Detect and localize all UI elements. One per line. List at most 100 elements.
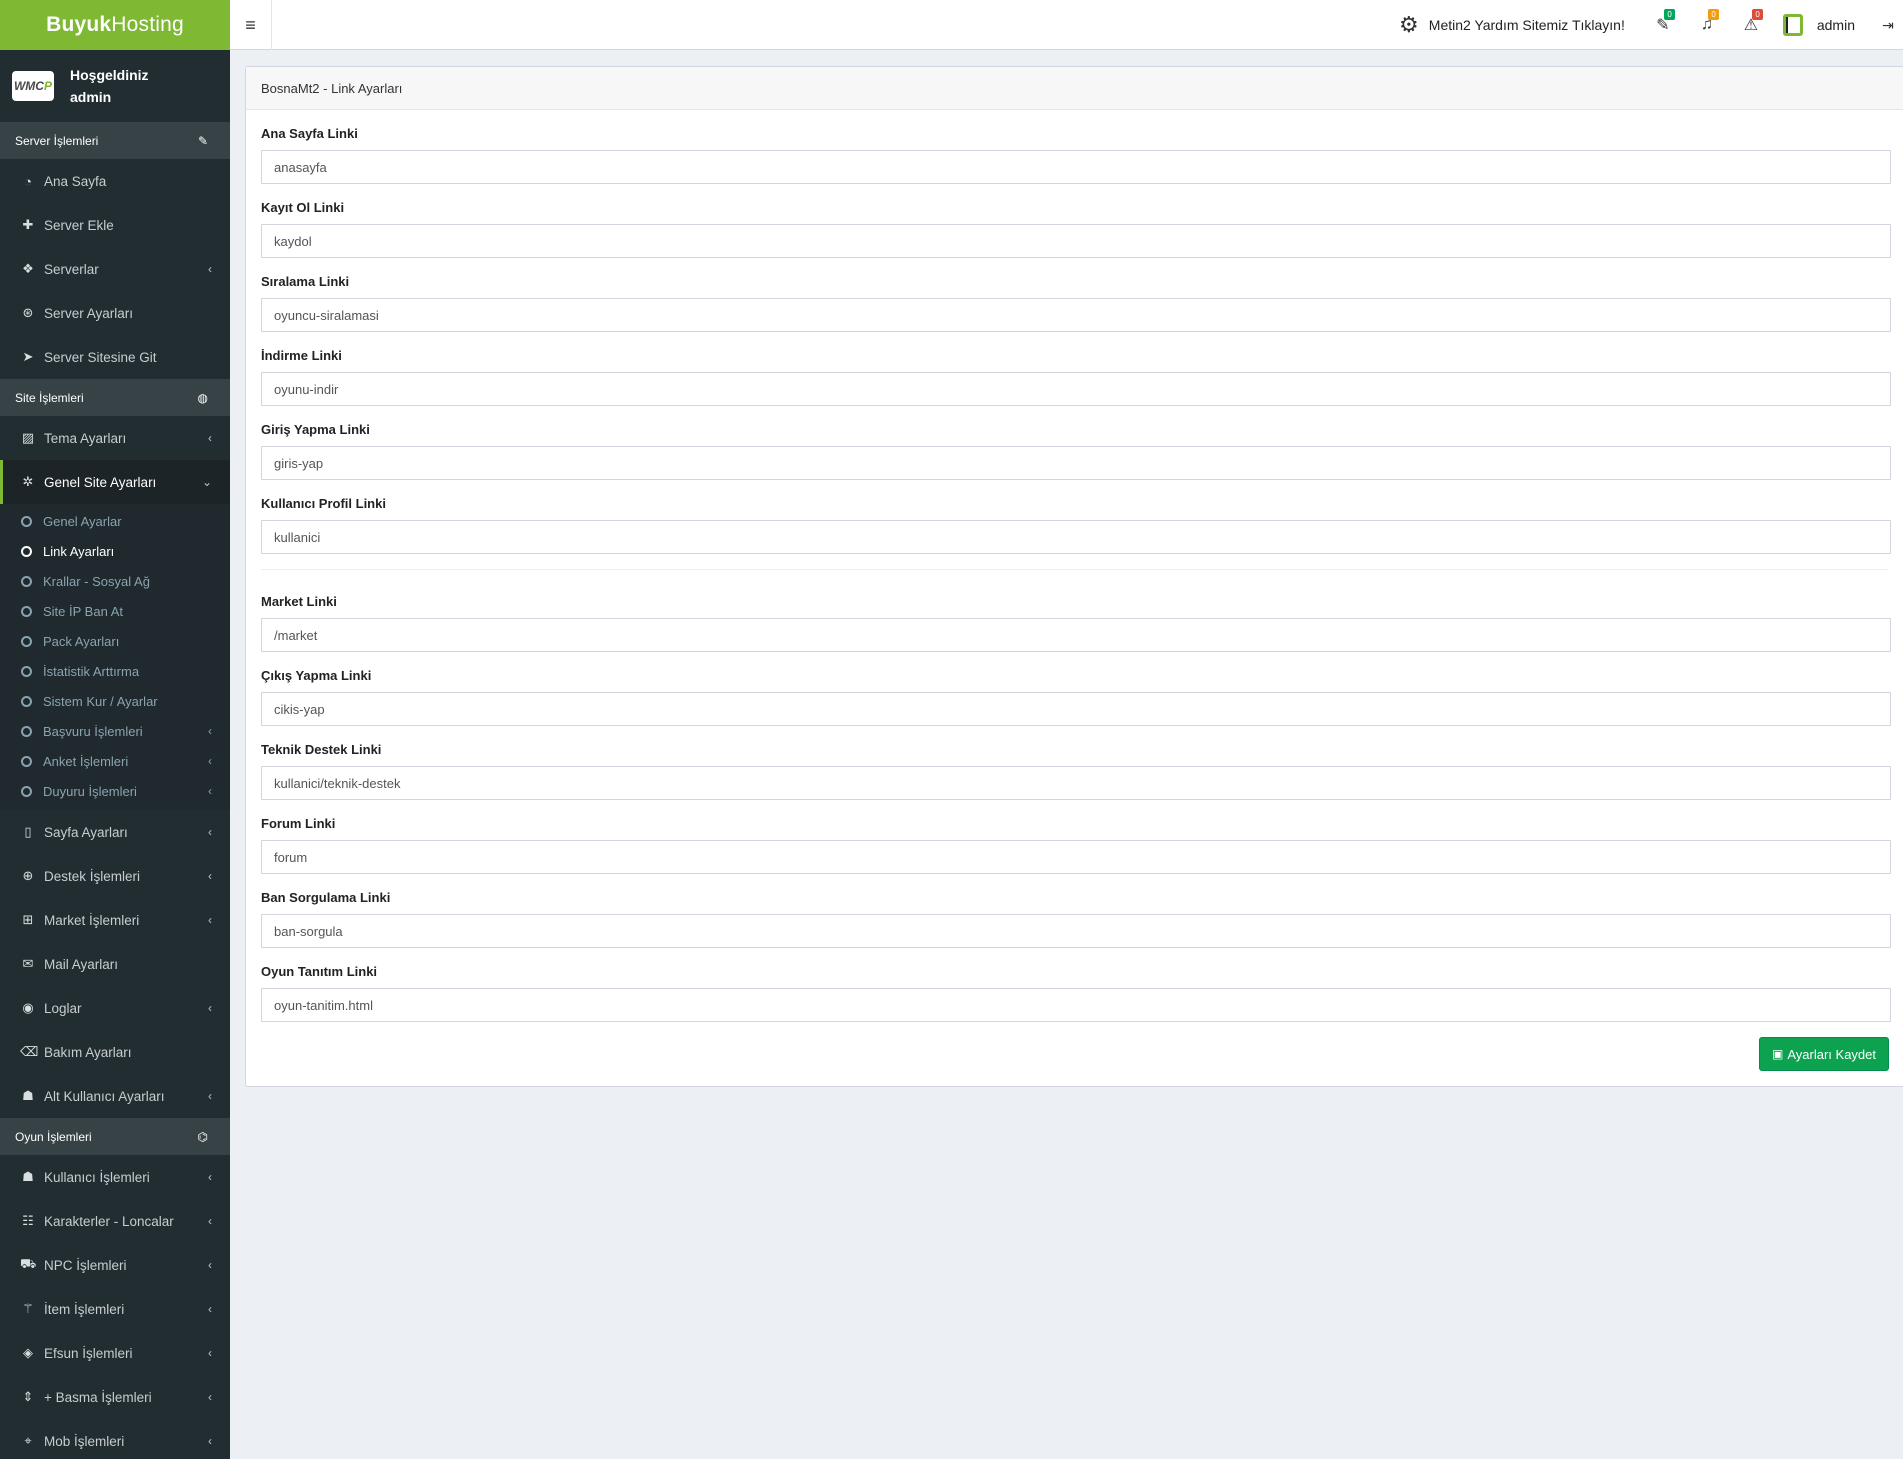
sidebar-item-ana-sayfa[interactable]: ◔ Ana Sayfa (0, 159, 230, 203)
submenu-item-label: Site İP Ban At (43, 603, 123, 619)
teknik-destek-linki-input[interactable] (261, 766, 1891, 800)
chevron-down-icon: ⌄ (201, 475, 212, 489)
user-icon: ☗ (22, 1088, 34, 1103)
user-menu[interactable]: admin (1782, 14, 1855, 36)
form-group-ana-sayfa-linki: Ana Sayfa Linki (261, 125, 1891, 184)
sidebar-item-server-ekle[interactable]: ✚ Server Ekle (0, 203, 230, 247)
notifications-button[interactable]: ♫ 0 (1685, 0, 1729, 50)
sidebar-item-genel-site-ayarlari[interactable]: ✲ Genel Site Ayarları ⌄ (0, 460, 230, 504)
sidebar-item-serverlar[interactable]: ❖ Serverlar ‹ (0, 247, 230, 291)
cikis-yapma-linki-input[interactable] (261, 692, 1891, 726)
siralama-linki-input[interactable] (261, 298, 1891, 332)
sidebar-item-label: Destek İşlemleri (44, 868, 141, 884)
sidebar-item-server-sitesine-git[interactable]: ➤ Server Sitesine Git (0, 335, 230, 379)
sidebar-item-destek-i-slemleri[interactable]: ⊕ Destek İşlemleri ‹ (0, 854, 230, 898)
field-label: Market Linki (261, 594, 337, 609)
chevron-left-icon: ‹ (208, 1214, 212, 1228)
market-linki-input[interactable] (261, 618, 1891, 652)
wrench-icon: ✎ (197, 133, 208, 148)
submenu-item-link-ayarlari[interactable]: Link Ayarları (0, 536, 230, 566)
sidebar-item-sayfa-ayarlari[interactable]: ▯ Sayfa Ayarları ‹ (0, 810, 230, 854)
sidebar-item-label: Market İşlemleri (44, 912, 140, 928)
help-link[interactable]: ⚙ Metin2 Yardım Sitemiz Tıklayın! (1399, 12, 1625, 38)
circle-icon (21, 605, 32, 617)
users-icon: ☷ (22, 1213, 34, 1228)
form-group-giris-yapma-linki: Giriş Yapma Linki (261, 421, 1891, 480)
submenu-item-pack-ayarlari[interactable]: Pack Ayarları (0, 626, 230, 656)
sidebar-item-basma-i-slemleri[interactable]: ⇕ + Basma İşlemleri ‹ (0, 1375, 230, 1419)
submenu-item-duyuru-i-slemleri[interactable]: Duyuru İşlemleri ‹ (0, 776, 230, 806)
circle-icon (21, 755, 32, 767)
cog-icon: ✲ (22, 474, 34, 489)
form-group-ban-sorgulama-linki: Ban Sorgulama Linki (261, 889, 1891, 948)
ban-sorgulama-linki-input[interactable] (261, 914, 1891, 948)
warnings-button[interactable]: ⚠ 0 (1729, 0, 1773, 50)
sidebar-item-mob-i-slemleri[interactable]: ⌖ Mob İşlemleri ‹ (0, 1419, 230, 1459)
sidebar-item-bakim-ayarlari[interactable]: ⌫ Bakım Ayarları (0, 1030, 230, 1074)
kullanici-profil-linki-input[interactable] (261, 520, 1891, 554)
submenu-item-basvuru-i-slemleri[interactable]: Başvuru İşlemleri ‹ (0, 716, 230, 746)
sidebar-item-label: Bakım Ayarları (44, 1044, 132, 1060)
circle-icon (21, 515, 32, 527)
forum-linki-input[interactable] (261, 840, 1891, 874)
save-icon: ▣ (1772, 1047, 1784, 1061)
submenu-item-i-statistik-arttirma[interactable]: İstatistik Arttırma (0, 656, 230, 686)
chevron-left-icon: ‹ (208, 431, 212, 445)
sidebar-item-label: Server Ayarları (44, 305, 134, 321)
sidebar-item-alt-kullanici-ayarlari[interactable]: ☗ Alt Kullanıcı Ayarları ‹ (0, 1074, 230, 1118)
logout-button[interactable]: ⇥ (1873, 0, 1903, 50)
file-icon: ▯ (24, 824, 32, 839)
submenu-item-krallar-sosyal-ag[interactable]: Krallar - Sosyal Ağ (0, 566, 230, 596)
sidebar-item-market-i-slemleri[interactable]: ⊞ Market İşlemleri ‹ (0, 898, 230, 942)
giris-yapma-linki-input[interactable] (261, 446, 1891, 480)
submenu-item-site-i-p-ban-at[interactable]: Site İP Ban At (0, 596, 230, 626)
sidebar-item-tema-ayarlari[interactable]: ▨ Tema Ayarları ‹ (0, 416, 230, 460)
sidebar-item-npc-i-slemleri[interactable]: ⛟ NPC İşlemleri ‹ (0, 1243, 230, 1287)
tickets-button[interactable]: ✎ 0 (1641, 0, 1685, 50)
i-ndirme-linki-input[interactable] (261, 372, 1891, 406)
submenu-item-genel-ayarlar[interactable]: Genel Ayarlar (0, 506, 230, 536)
crosshairs-icon: ⌖ (24, 1433, 32, 1448)
sidebar-username: admin (70, 89, 112, 105)
chevron-left-icon: ‹ (208, 1258, 212, 1272)
submenu-item-anket-i-slemleri[interactable]: Anket İşlemleri ‹ (0, 746, 230, 776)
sidebar-item-label: Loglar (44, 1000, 82, 1016)
gamepad-icon: ⌬ (197, 1129, 208, 1144)
chevron-left-icon: ‹ (208, 1346, 212, 1360)
sidebar-item-label: + Basma İşlemleri (44, 1389, 152, 1405)
chevron-left-icon: ‹ (208, 1434, 212, 1448)
sidebar-item-kullanici-i-slemleri[interactable]: ☗ Kullanıcı İşlemleri ‹ (0, 1155, 230, 1199)
sidebar-item-i-tem-i-slemleri[interactable]: ⚚ İtem İşlemleri ‹ (0, 1287, 230, 1331)
sidebar-item-karakterler-loncalar[interactable]: ☷ Karakterler - Loncalar ‹ (0, 1199, 230, 1243)
form-divider (261, 569, 1888, 570)
brand-logo[interactable]: Buyuk Hosting (0, 0, 230, 50)
sidebar-item-label: Server Sitesine Git (44, 349, 157, 365)
circle-icon (21, 665, 32, 677)
chevron-left-icon: ‹ (208, 1089, 212, 1103)
warnings-badge: 0 (1752, 9, 1763, 20)
oyun-tanitim-linki-input[interactable] (261, 988, 1891, 1022)
sort-icon: ⇕ (22, 1389, 34, 1404)
sidebar-item-efsun-i-slemleri[interactable]: ◈ Efsun İşlemleri ‹ (0, 1331, 230, 1375)
kayit-ol-linki-input[interactable] (261, 224, 1891, 258)
submenu-item-label: Krallar - Sosyal Ağ (43, 573, 150, 589)
sidebar-toggle-button[interactable]: ≡ (230, 0, 272, 50)
paper-plane-icon: ➤ (22, 349, 34, 364)
chevron-left-icon: ‹ (208, 724, 212, 738)
chevron-left-icon: ‹ (208, 784, 212, 798)
hamburger-icon: ≡ (245, 14, 256, 35)
circle-icon (21, 695, 32, 707)
submenu-item-sistem-kur-ayarlar[interactable]: Sistem Kur / Ayarlar (0, 686, 230, 716)
sidebar-item-server-ayarlari[interactable]: ⊛ Server Ayarları (0, 291, 230, 335)
sidebar-item-loglar[interactable]: ◉ Loglar ‹ (0, 986, 230, 1030)
save-settings-button[interactable]: ▣ Ayarları Kaydet (1759, 1037, 1889, 1071)
section-header-server: Server İşlemleri ✎ (0, 122, 230, 159)
globe-icon: ⊕ (22, 868, 34, 883)
circle-icon (21, 635, 32, 647)
sidebar-item-label: Genel Site Ayarları (44, 474, 157, 490)
circle-icon (21, 545, 32, 557)
greeting-text: Hoşgeldiniz (70, 67, 149, 83)
field-label: Kayıt Ol Linki (261, 200, 345, 215)
sidebar-item-mail-ayarlari[interactable]: ✉ Mail Ayarları (0, 942, 230, 986)
ana-sayfa-linki-input[interactable] (261, 150, 1891, 184)
